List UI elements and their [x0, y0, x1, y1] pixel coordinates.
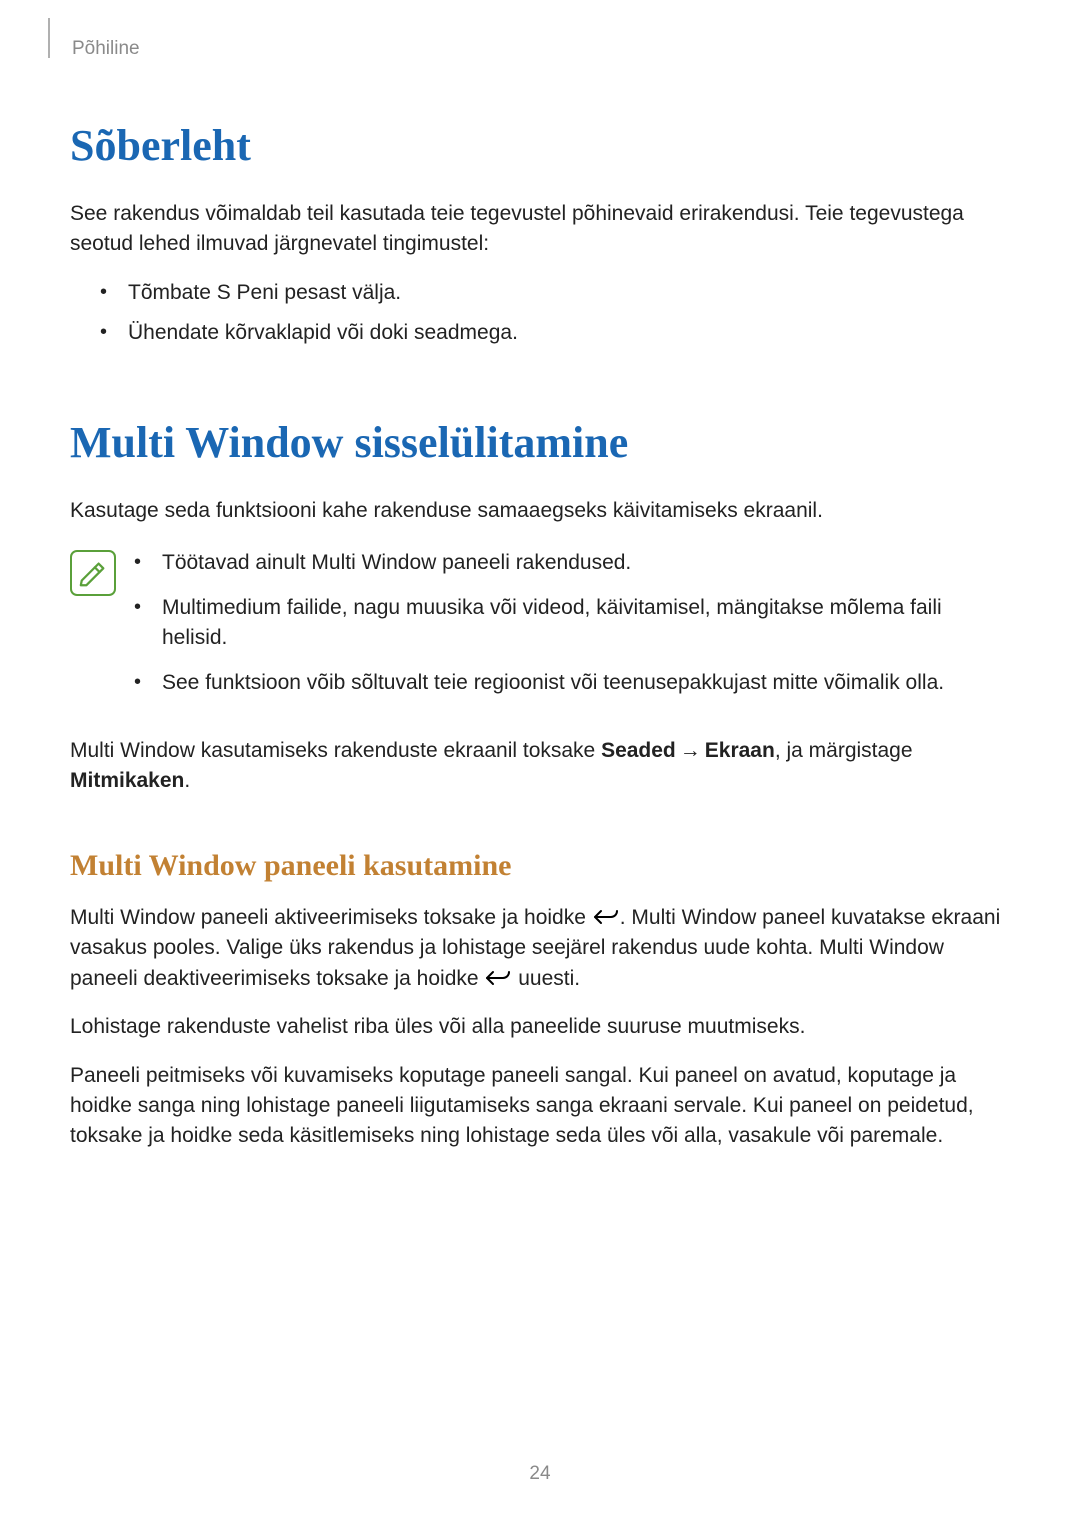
header-rule	[48, 18, 50, 58]
note-icon	[70, 550, 116, 596]
note-block: Töötavad ainult Multi Window paneeli rak…	[70, 548, 1010, 712]
list-item: Töötavad ainult Multi Window paneeli rak…	[134, 548, 1010, 578]
text: , ja märgistage	[775, 739, 913, 762]
soberleht-bullets: Tõmbate S Peni pesast välja. Ühendate kõ…	[100, 278, 1010, 349]
paneel-p2: Lohistage rakenduste vahelist riba üles …	[70, 1012, 1010, 1042]
list-item: Tõmbate S Peni pesast välja.	[100, 278, 1010, 308]
text: Multi Window paneeli aktiveerimiseks tok…	[70, 906, 592, 929]
bold-ekraan: Ekraan	[705, 739, 775, 762]
back-icon	[592, 906, 620, 926]
page-number: 24	[0, 1463, 1080, 1485]
page-content: Põhiline Sõberleht See rakendus võimalda…	[0, 0, 1080, 1152]
text: .	[184, 769, 190, 792]
paneel-p3: Paneeli peitmiseks või kuvamiseks koputa…	[70, 1061, 1010, 1152]
text: uuesti.	[512, 967, 580, 990]
paneel-p1: Multi Window paneeli aktiveerimiseks tok…	[70, 903, 1010, 994]
back-icon	[484, 967, 512, 987]
note-list: Töötavad ainult Multi Window paneeli rak…	[134, 548, 1010, 712]
heading-multiwindow: Multi Window sisselülitamine	[70, 417, 1010, 468]
bold-seaded: Seaded	[601, 739, 676, 762]
soberleht-intro: See rakendus võimaldab teil kasutada tei…	[70, 199, 1010, 260]
arrow-icon: →	[676, 739, 705, 762]
heading-soberleht: Sõberleht	[70, 120, 1010, 171]
list-item: See funktsioon võib sõltuvalt teie regio…	[134, 668, 1010, 698]
text: Multi Window kasutamiseks rakenduste ekr…	[70, 739, 601, 762]
running-head: Põhiline	[72, 38, 1010, 60]
multiwindow-usage: Multi Window kasutamiseks rakenduste ekr…	[70, 736, 1010, 797]
multiwindow-intro: Kasutage seda funktsiooni kahe rakenduse…	[70, 496, 1010, 526]
subheading-paneel: Multi Window paneeli kasutamine	[70, 849, 1010, 883]
bold-mitmikaken: Mitmikaken	[70, 769, 184, 792]
list-item: Multimedium failide, nagu muusika või vi…	[134, 593, 1010, 654]
list-item: Ühendate kõrvaklapid või doki seadmega.	[100, 318, 1010, 348]
